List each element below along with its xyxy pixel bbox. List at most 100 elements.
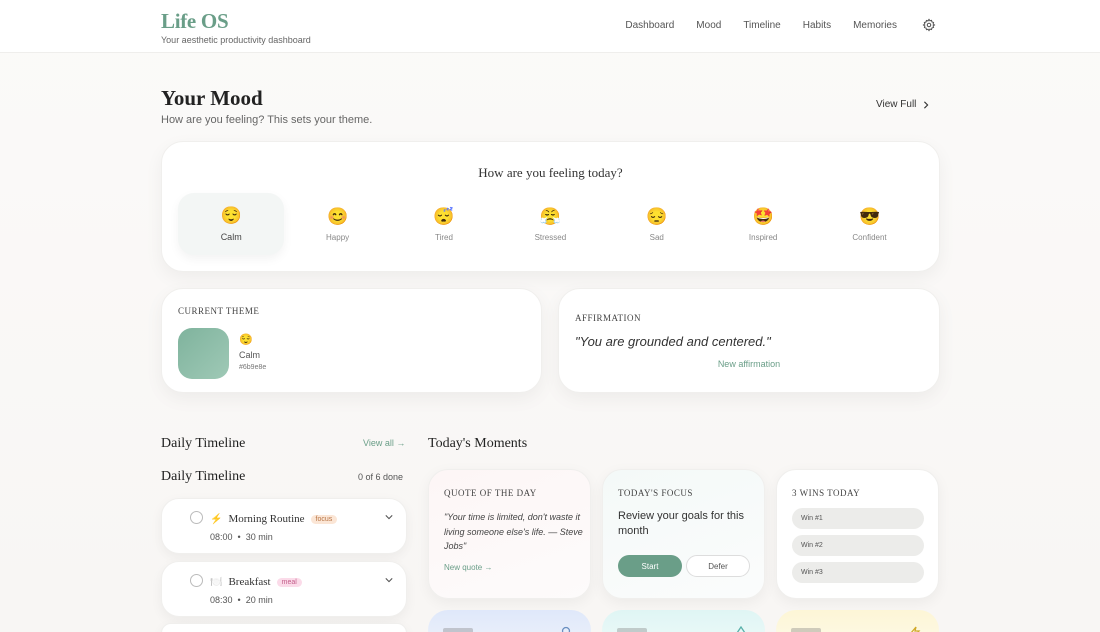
lightning-icon	[910, 626, 921, 632]
start-button[interactable]: Start	[618, 555, 682, 577]
timeline-heading: Daily Timeline	[161, 436, 246, 451]
timeline-item-title: 🍽️ Breakfast meal	[210, 576, 302, 588]
timeline-item-duration: 30 min	[245, 532, 273, 542]
win-input-1[interactable]: Win #1	[792, 508, 924, 529]
mood-option-label: Tired	[435, 232, 453, 242]
fork-knife-plate-icon: 🍽️	[210, 576, 223, 588]
category-tag: focus	[310, 514, 338, 524]
lightning-icon: ⚡	[210, 513, 223, 525]
mood-options: 😌 Calm 😊 Happy 😴 Tired 😤 Stressed 😔 Sad …	[178, 193, 923, 255]
nav-habits[interactable]: Habits	[803, 20, 831, 31]
timeline-item-meta: 08:00 • 30 min	[210, 532, 273, 542]
timeline-item[interactable]: 🍽️ Breakfast meal 08:30 • 20 min	[161, 561, 407, 617]
moments-heading: Today's Moments	[428, 436, 528, 451]
timeline-item-time: 08:00	[210, 532, 233, 542]
mood-option-calm[interactable]: 😌 Calm	[178, 193, 285, 255]
mood-option-confident[interactable]: 😎 Confident	[816, 193, 922, 255]
new-affirmation-label: New affirmation	[717, 359, 781, 369]
mood-option-label: Happy	[326, 232, 350, 242]
theme-caption: CURRENT THEME	[178, 306, 260, 316]
timeline-item-meta: 08:30 • 20 min	[210, 595, 273, 605]
main-nav: Dashboard Mood Timeline Habits Memories	[603, 18, 936, 32]
win-input-3[interactable]: Win #3	[792, 562, 924, 583]
moment-card-partial	[776, 610, 939, 632]
steaming-face-icon: 😤	[539, 206, 561, 226]
search-icon	[561, 626, 571, 632]
affirmation-caption: AFFIRMATION	[575, 313, 642, 323]
timeline-item-title: ⚡ Morning Routine focus	[210, 513, 338, 525]
mood-option-tired[interactable]: 😴 Tired	[391, 193, 497, 255]
nav-mood[interactable]: Mood	[696, 20, 721, 31]
nav-memories[interactable]: Memories	[853, 20, 897, 31]
quote-text: "Your time is limited, don't waste it li…	[444, 512, 583, 551]
timeline-item-time: 08:30	[210, 595, 233, 605]
timeline-item-name: Morning Routine	[228, 513, 305, 525]
timeline-subheading: Daily Timeline	[161, 469, 246, 484]
affirmation-card: AFFIRMATION "You are grounded and center…	[558, 288, 940, 393]
quote-of-the-day-card: QUOTE OF THE DAY "Your time is limited, …	[428, 469, 591, 599]
happy-face-icon: 😊	[327, 206, 349, 226]
current-theme-card: CURRENT THEME 😌 Calm #6b9e8e	[161, 288, 542, 393]
theme-name: Calm	[239, 350, 261, 360]
timeline-progress-count: 0 of 6 done	[358, 472, 404, 482]
mood-option-happy[interactable]: 😊 Happy	[284, 193, 390, 255]
calm-face-icon: 😌	[239, 334, 253, 346]
timeline-item[interactable]	[161, 623, 407, 632]
star-struck-face-icon: 🤩	[752, 206, 774, 226]
defer-button[interactable]: Defer	[686, 555, 750, 577]
theme-hex: #6b9e8e	[239, 364, 267, 371]
card-title-clipped	[617, 628, 647, 632]
quote-caption: QUOTE OF THE DAY	[444, 488, 537, 498]
timeline-item-duration: 20 min	[245, 595, 273, 605]
mood-option-inspired[interactable]: 🤩 Inspired	[710, 193, 816, 255]
timeline-view-all-link[interactable]: View all →	[363, 438, 405, 448]
card-title-clipped	[791, 628, 821, 632]
new-quote-link[interactable]: New quote →	[444, 563, 492, 572]
todays-focus-card: TODAY'S FOCUS Review your goals for this…	[602, 469, 765, 599]
timeline-item-name: Breakfast	[228, 576, 271, 588]
chevron-down-icon[interactable]	[385, 513, 393, 521]
mood-option-label: Sad	[649, 232, 664, 242]
mood-option-label: Inspired	[748, 232, 778, 242]
mood-picker-card: How are you feeling today? 😌 Calm 😊 Happ…	[161, 141, 940, 272]
drop-icon	[736, 626, 746, 632]
view-full-label: View Full	[876, 99, 917, 110]
gear-icon[interactable]	[922, 18, 936, 32]
app-title: Life OS	[161, 9, 229, 33]
mood-heading: Your Mood How are you feeling? This sets…	[161, 86, 372, 126]
timeline-item[interactable]: ⚡ Morning Routine focus 08:00 • 30 min	[161, 498, 407, 554]
separator-dot: •	[235, 532, 244, 542]
brand[interactable]: Life OS Your aesthetic productivity dash…	[161, 9, 311, 45]
app-subtitle: Your aesthetic productivity dashboard	[161, 35, 311, 45]
wins-caption: 3 WINS TODAY	[792, 488, 861, 498]
mood-option-label: Calm	[220, 232, 242, 242]
sad-face-icon: 😔	[646, 206, 668, 226]
sleeping-face-icon: 😴	[433, 206, 455, 226]
focus-caption: TODAY'S FOCUS	[618, 488, 693, 498]
new-affirmation-link[interactable]: New affirmation	[559, 359, 939, 369]
mood-option-stressed[interactable]: 😤 Stressed	[497, 193, 603, 255]
nav-timeline[interactable]: Timeline	[743, 20, 780, 31]
separator-dot: •	[235, 595, 244, 605]
complete-checkbox[interactable]	[190, 511, 203, 524]
focus-text: Review your goals for this month	[618, 510, 744, 537]
moment-card-partial	[602, 610, 765, 632]
page-subtitle: How are you feeling? This sets your them…	[161, 114, 373, 126]
view-full-link[interactable]: View Full	[876, 99, 929, 110]
theme-color-swatch	[178, 328, 229, 379]
three-wins-card: 3 WINS TODAY Win #1 Win #2 Win #3	[776, 469, 939, 599]
calm-face-icon: 😌	[220, 206, 242, 225]
theme-info: 😌 Calm #6b9e8e	[239, 333, 266, 371]
chevron-right-icon	[924, 100, 929, 109]
top-bar: Life OS Your aesthetic productivity dash…	[0, 0, 1100, 53]
affirmation-text: "You are grounded and centered."	[575, 334, 771, 349]
mood-option-sad[interactable]: 😔 Sad	[604, 193, 710, 255]
moment-card-partial	[428, 610, 591, 632]
chevron-down-icon[interactable]	[385, 576, 393, 584]
nav-dashboard[interactable]: Dashboard	[625, 20, 674, 31]
win-input-2[interactable]: Win #2	[792, 535, 924, 556]
complete-checkbox[interactable]	[190, 574, 203, 587]
card-title-clipped	[443, 628, 473, 632]
page-title: Your Mood	[161, 86, 263, 110]
sunglasses-face-icon: 😎	[858, 206, 881, 226]
